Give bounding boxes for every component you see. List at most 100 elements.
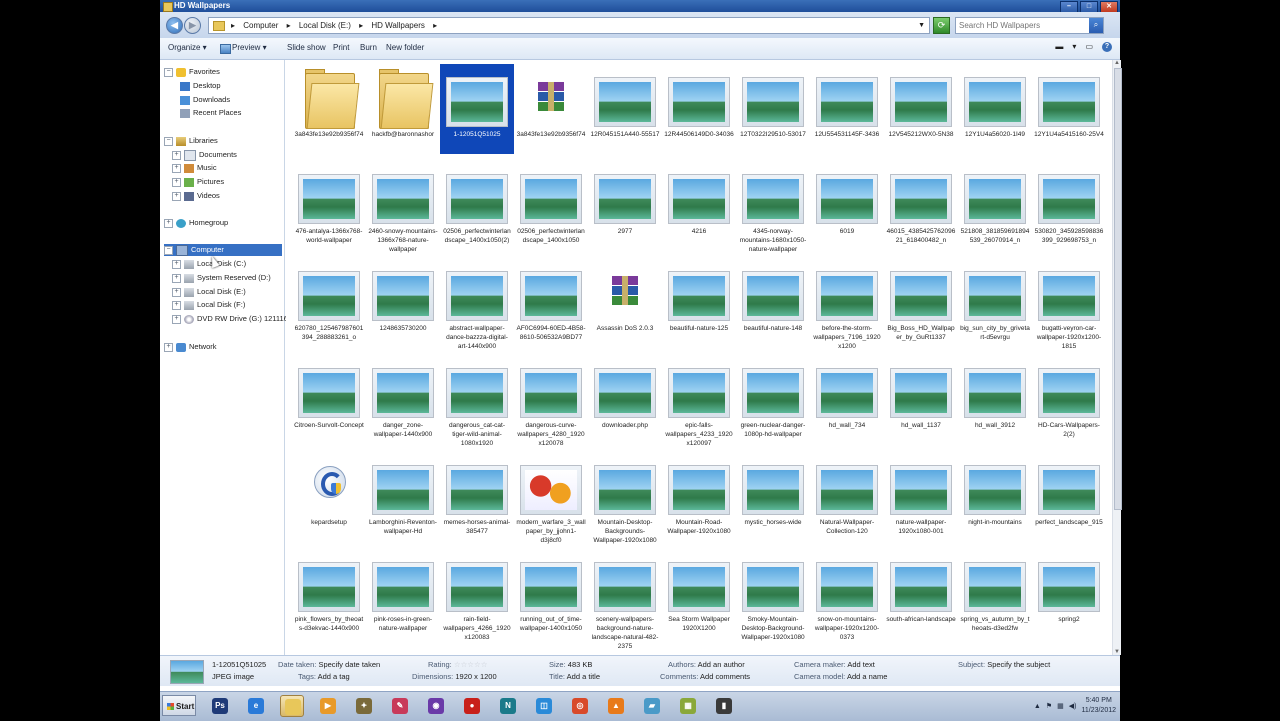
file-item[interactable]: 620780_125467987601394_288883261_o <box>292 258 366 348</box>
nav-local-disk-e[interactable]: + Local Disk (E:) <box>172 286 246 298</box>
date-taken-value[interactable]: Specify date taken <box>318 660 380 669</box>
file-item[interactable]: Big_Boss_HD_Wallpaper_by_GuRt1337 <box>884 258 958 348</box>
file-item[interactable]: night-in-mountains <box>958 452 1032 542</box>
file-item[interactable]: Mountain-Desktop-Backgrounds-Wallpaper-1… <box>588 452 662 544</box>
file-item[interactable]: 12Y1U4a56020-1I49 <box>958 64 1032 154</box>
file-item[interactable]: AF0C6994-60ED-4B58-8610-506532A9BD77 <box>514 258 588 348</box>
windows-explorer-icon[interactable] <box>280 695 304 717</box>
collapse-icon[interactable]: − <box>164 136 173 146</box>
file-item[interactable]: scenery-wallpapers-background-nature-lan… <box>588 549 662 650</box>
game-icon[interactable]: ✦ <box>352 695 376 717</box>
address-bar[interactable]: ▸ Computer ▸ Local Disk (E:) ▸ HD Wallpa… <box>208 17 930 34</box>
back-button[interactable]: ◀ <box>166 17 183 34</box>
rating-stars[interactable]: ☆☆☆☆☆ <box>454 660 488 669</box>
file-item[interactable]: hackfb@baronnashor <box>366 64 440 154</box>
network-tray-icon[interactable]: ▦ <box>1057 702 1064 710</box>
nav-libraries[interactable]: − Libraries <box>164 135 218 147</box>
collapse-icon[interactable]: − <box>164 245 173 255</box>
breadcrumb-computer[interactable]: Computer <box>243 21 278 30</box>
file-item[interactable]: 4345-norway-mountains-1680x1050-nature-w… <box>736 161 810 253</box>
comments-value[interactable]: Add comments <box>700 672 750 681</box>
help-icon[interactable]: ? <box>1102 42 1112 52</box>
tray-expand-icon[interactable]: ▲ <box>1034 703 1041 710</box>
search-input[interactable] <box>956 19 1084 32</box>
refresh-button[interactable]: ⟳ <box>933 17 950 34</box>
print-button[interactable]: Print <box>333 38 349 58</box>
file-item[interactable]: Sea Storm Wallpaper 1920X1200 <box>662 549 736 639</box>
paint-icon[interactable]: ✎ <box>388 695 412 717</box>
breadcrumb-hd-wallpapers[interactable]: HD Wallpapers <box>371 21 425 30</box>
file-item[interactable]: 02506_perfectwinterlandscape_1400x1050(2… <box>440 161 514 251</box>
file-item[interactable]: bugatti-veyron-car-wallpaper-1920x1200-1… <box>1032 258 1106 350</box>
preview-pane-icon[interactable]: ▭ <box>1085 42 1093 52</box>
expand-icon[interactable]: + <box>172 259 181 269</box>
file-item[interactable]: nature-wallpaper-1920x1080-001 <box>884 452 958 542</box>
nav-videos[interactable]: + Videos <box>172 190 220 202</box>
file-item[interactable]: Natural-Wallpaper-Collection-120 <box>810 452 884 542</box>
nav-system-reserved-d[interactable]: + System Reserved (D:) <box>172 272 271 284</box>
preview-button[interactable]: Preview ▾ <box>220 38 267 58</box>
expand-icon[interactable]: + <box>172 191 181 201</box>
tags-value[interactable]: Add a tag <box>318 672 350 681</box>
burn-button[interactable]: Burn <box>360 38 377 58</box>
vlc-icon[interactable]: ▲ <box>604 695 628 717</box>
expand-icon[interactable]: + <box>172 273 181 283</box>
expand-icon[interactable]: + <box>172 314 181 324</box>
clock[interactable]: 5:40 PM 11/23/2012 <box>1081 696 1116 716</box>
dark-app-icon[interactable]: ▮ <box>712 695 736 717</box>
scroll-up-icon[interactable]: ▲ <box>1114 60 1120 66</box>
expand-icon[interactable]: + <box>164 342 173 352</box>
file-item[interactable]: beautiful-nature-148 <box>736 258 810 348</box>
nav-favorites[interactable]: − Favorites <box>164 66 220 78</box>
nav-music[interactable]: + Music <box>172 162 217 174</box>
new-folder-button[interactable]: New folder <box>386 38 424 58</box>
file-item[interactable]: 1-12051Q51025 <box>440 64 514 154</box>
chevron-down-icon[interactable]: ▾ <box>1072 42 1076 52</box>
camera-model-value[interactable]: Add a name <box>847 672 887 681</box>
media-player-icon[interactable]: ▶ <box>316 695 340 717</box>
file-item[interactable]: pink-roses-in-green-nature-wallpaper <box>366 549 440 639</box>
file-item[interactable]: 2460-snowy-mountains-1366x768-nature-wal… <box>366 161 440 253</box>
title-bar[interactable]: HD Wallpapers – □ ✕ <box>160 0 1120 13</box>
authors-value[interactable]: Add an author <box>698 660 745 669</box>
file-item[interactable]: 3a843fe13e92b9356f74 <box>292 64 366 154</box>
nav-network[interactable]: + Network <box>164 341 217 353</box>
file-item[interactable]: Assassin DoS 2.0.3 <box>588 258 662 348</box>
nav-homegroup[interactable]: + Homegroup <box>164 217 228 229</box>
nav-documents[interactable]: + Documents <box>172 149 237 161</box>
photoshop-icon[interactable]: Ps <box>208 695 232 717</box>
file-item[interactable]: 530820_345928598836399_929698753_n <box>1032 161 1106 251</box>
volume-icon[interactable]: ◀) <box>1069 702 1077 710</box>
blue-app-icon[interactable]: ▰ <box>640 695 664 717</box>
file-item[interactable]: 2977 <box>588 161 662 251</box>
file-item[interactable]: memes-horses-animal-385477 <box>440 452 514 542</box>
forward-button[interactable]: ▶ <box>184 17 201 34</box>
file-item[interactable]: danger_zone-wallpaper-1440x900 <box>366 355 440 445</box>
notepad-icon[interactable]: N <box>496 695 520 717</box>
collapse-icon[interactable]: − <box>164 67 173 77</box>
search-icon[interactable]: ⌕ <box>1089 18 1103 33</box>
file-item[interactable]: 521808_381859691894539_26070914_n <box>958 161 1032 251</box>
expand-icon[interactable]: + <box>172 163 181 173</box>
nav-dvd-drive-g[interactable]: + DVD RW Drive (G:) 121116 <box>172 313 288 325</box>
organize-button[interactable]: Organize ▾ <box>168 38 207 58</box>
scrollbar-thumb[interactable] <box>1114 68 1122 510</box>
file-item[interactable]: pink_flowers_by_theoats-d3ekvac-1440x900 <box>292 549 366 639</box>
file-item[interactable]: abstract-wallpaper-dance-bazzza-digital-… <box>440 258 514 350</box>
file-item[interactable]: hd_wall_1137 <box>884 355 958 445</box>
breadcrumb-local-disk-e[interactable]: Local Disk (E:) <box>299 21 351 30</box>
nav-pictures[interactable]: + Pictures <box>172 176 224 188</box>
file-item[interactable]: green-nuclear-danger-1080p-hd-wallpaper <box>736 355 810 445</box>
torrent-icon[interactable]: ◉ <box>424 695 448 717</box>
file-item[interactable]: Lamborghini-Reventon-wallpaper-Hd <box>366 452 440 542</box>
chrome-icon[interactable]: ◎ <box>568 695 592 717</box>
file-item[interactable]: HD-Cars-Wallpapers-2(2) <box>1032 355 1106 445</box>
nav-desktop[interactable]: Desktop <box>180 80 221 92</box>
subject-value[interactable]: Specify the subject <box>987 660 1050 669</box>
file-item[interactable]: 46015_438542576209621_618400482_n <box>884 161 958 251</box>
file-item[interactable]: dangerous-curve-wallpapers_4280_1920x120… <box>514 355 588 447</box>
file-item[interactable]: 12Y1U4a5415160-25V4 <box>1032 64 1106 154</box>
file-item[interactable]: 12T0322I29510-53017 <box>736 64 810 154</box>
file-item[interactable]: snow-on-mountains-wallpaper-1920x1200-03… <box>810 549 884 641</box>
file-item[interactable]: Citroen-Survolt-Concept <box>292 355 366 445</box>
